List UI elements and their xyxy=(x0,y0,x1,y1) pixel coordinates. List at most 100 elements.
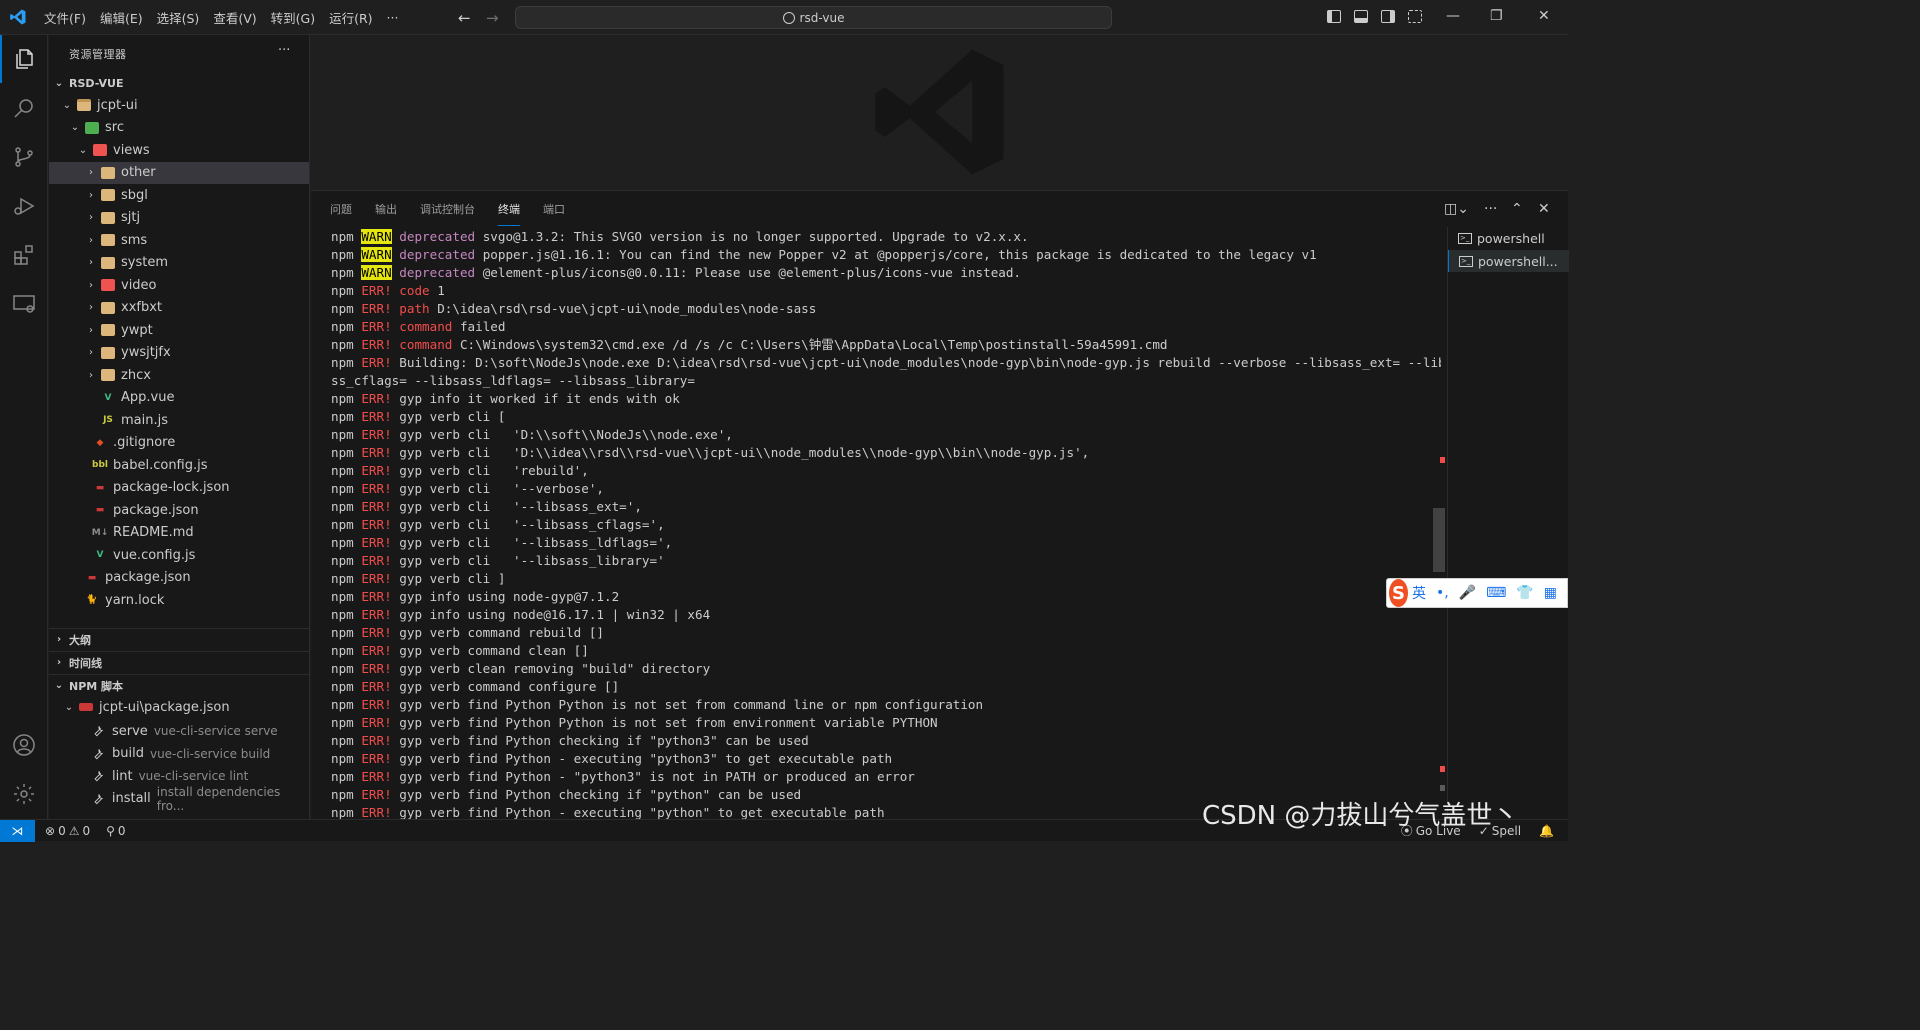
npm-script-item[interactable]: install install dependencies fro... xyxy=(49,785,309,813)
terminal-output[interactable]: npm WARN deprecated svgo@1.3.2: This SVG… xyxy=(331,228,1441,820)
close-panel-icon[interactable]: ✕ xyxy=(1538,201,1550,217)
manage-gear-icon[interactable] xyxy=(0,770,48,818)
line-message: gyp verb clean removing "build" director… xyxy=(399,661,711,676)
mic-icon[interactable]: 🎤 xyxy=(1459,585,1476,601)
back-icon[interactable]: ← xyxy=(458,9,471,27)
tree-item[interactable]: M↓ README.md xyxy=(49,522,309,544)
terminal-instance[interactable]: >_ powershell... xyxy=(1448,250,1569,272)
terminal-line: npm ERR! gyp verb cli 'rebuild', xyxy=(331,462,1441,480)
menu-item[interactable]: ··· xyxy=(383,10,403,25)
menu-item[interactable]: 转到(G) xyxy=(267,8,319,27)
accounts-icon[interactable] xyxy=(0,721,48,769)
tree-item[interactable]: › ywsjtjfx xyxy=(49,342,309,364)
forward-icon[interactable]: → xyxy=(486,9,499,27)
tree-item[interactable]: › sjtj xyxy=(49,207,309,229)
tree-item[interactable]: 🐈 yarn.lock xyxy=(49,589,309,611)
tree-item[interactable]: › system xyxy=(49,252,309,274)
tree-item[interactable]: › sbgl xyxy=(49,184,309,206)
search-view-icon[interactable] xyxy=(0,84,48,132)
line-prefix: npm xyxy=(331,607,362,622)
panel-tab[interactable]: 端口 xyxy=(543,193,565,225)
log-key: path xyxy=(399,301,430,316)
source-control-icon[interactable] xyxy=(0,133,48,181)
chevron-down-icon: ⌄ xyxy=(54,680,64,691)
timeline-section[interactable]: › 时间线 xyxy=(49,651,309,673)
remote-indicator-icon[interactable]: ⋊ xyxy=(0,819,35,842)
restore-icon[interactable]: ❐ xyxy=(1490,8,1503,24)
panel-tab[interactable]: 调试控制台 xyxy=(420,193,475,225)
chevron-right-icon: › xyxy=(89,347,93,358)
git-icon: ◆ xyxy=(96,437,104,448)
menu-item[interactable]: 编辑(E) xyxy=(96,8,147,27)
explorer-root[interactable]: ⌄ RSD-VUE xyxy=(49,72,309,94)
tree-item[interactable]: Vvue.config.js xyxy=(49,544,309,566)
log-level: ERR! xyxy=(361,391,392,406)
toggle-secondary-sidebar-icon[interactable] xyxy=(1381,10,1395,23)
keyboard-icon[interactable]: ⌨ xyxy=(1486,585,1506,601)
panel-tab[interactable]: 输出 xyxy=(375,193,397,225)
tree-item[interactable]: › video xyxy=(49,274,309,296)
tree-item[interactable]: › other xyxy=(49,161,309,184)
notifications-icon[interactable]: 🔔 xyxy=(1539,824,1554,838)
tree-item[interactable]: ▬ package.json xyxy=(49,567,309,589)
run-debug-icon[interactable] xyxy=(0,182,48,230)
tree-item[interactable]: JS main.js xyxy=(49,409,309,431)
menu-item[interactable]: 选择(S) xyxy=(153,8,204,27)
toggle-primary-sidebar-icon[interactable] xyxy=(1327,10,1341,23)
skin-icon[interactable]: 👕 xyxy=(1516,585,1533,601)
ime-lang[interactable]: 英 xyxy=(1412,583,1426,603)
command-center-search[interactable]: rsd-vue xyxy=(515,6,1112,29)
ime-punct[interactable]: •, xyxy=(1436,585,1449,601)
tree-item[interactable]: › xxfbxt xyxy=(49,297,309,319)
tree-item-label: babel.config.js xyxy=(113,457,208,473)
apps-icon[interactable]: ▦ xyxy=(1544,585,1557,601)
close-window-icon[interactable]: ✕ xyxy=(1538,8,1550,24)
log-level: WARN xyxy=(361,265,392,280)
explorer-icon[interactable] xyxy=(0,35,48,83)
menu-item[interactable]: 运行(R) xyxy=(325,8,376,27)
minimize-icon[interactable]: — xyxy=(1446,8,1460,24)
menu-item[interactable]: 文件(F) xyxy=(40,8,90,27)
folder-icon xyxy=(101,166,115,179)
line-prefix: npm xyxy=(331,427,362,442)
tree-item[interactable]: V App.vue xyxy=(49,387,309,409)
menu-item[interactable]: 查看(V) xyxy=(209,8,260,27)
search-text: rsd-vue xyxy=(799,10,845,25)
toggle-panel-icon[interactable] xyxy=(1354,10,1368,23)
npm-script-item[interactable]: build vue-cli-service build xyxy=(49,743,309,765)
folder-icon xyxy=(101,234,115,246)
terminal-instance[interactable]: >_ powershell xyxy=(1448,227,1569,249)
npm-scripts-section[interactable]: ⌄ NPM 脚本 xyxy=(49,674,309,696)
terminal-line: npm ERR! gyp verb cli 'D:\\soft\\NodeJs\… xyxy=(331,426,1441,444)
tree-item[interactable]: ▬ package.json xyxy=(49,499,309,521)
ports-indicator[interactable]: ⚲ 0 xyxy=(106,824,125,838)
more-actions-icon[interactable]: ··· xyxy=(278,43,290,58)
panel-tab[interactable]: 问题 xyxy=(330,193,352,225)
tree-item[interactable]: ▬ package-lock.json xyxy=(49,477,309,499)
line-prefix: npm xyxy=(331,247,362,262)
tree-item[interactable]: ⌄ views xyxy=(49,139,309,161)
tree-item[interactable]: ◆ .gitignore xyxy=(49,432,309,454)
terminal-name: powershell... xyxy=(1478,253,1558,269)
customize-layout-icon[interactable] xyxy=(1408,10,1422,23)
tree-item[interactable]: › ywpt xyxy=(49,319,309,341)
outline-section[interactable]: › 大纲 xyxy=(49,628,309,650)
split-terminal-icon[interactable]: ◫⌄ xyxy=(1444,201,1469,217)
maximize-panel-icon[interactable]: ⌃ xyxy=(1511,201,1523,217)
tree-item[interactable]: bbl babel.config.js xyxy=(49,454,309,476)
tree-item[interactable]: ⌄ src xyxy=(49,117,309,139)
tree-item[interactable]: › sms xyxy=(49,229,309,251)
problems-indicator[interactable]: ⊗ 0 ⚠ 0 xyxy=(45,824,90,838)
tree-item[interactable]: › zhcx xyxy=(49,364,309,386)
more-actions-icon[interactable]: ··· xyxy=(1484,201,1497,217)
tree-item[interactable]: ⌄ jcpt-ui xyxy=(49,94,309,116)
ime-toolbar[interactable]: S 英 •, 🎤 ⌨ 👕 ▦ xyxy=(1386,578,1568,608)
tree-item-label: package-lock.json xyxy=(113,480,230,495)
extensions-icon[interactable] xyxy=(0,231,48,279)
npm-script-item[interactable]: serve vue-cli-service serve xyxy=(49,720,309,742)
vscode-logo-icon[interactable] xyxy=(9,8,27,26)
npm-package-row[interactable]: ⌄ jcpt-ui\package.json xyxy=(49,696,309,718)
panel-tab[interactable]: 终端 xyxy=(498,193,520,226)
remote-explorer-icon[interactable] xyxy=(0,280,48,328)
terminal-scrollbar[interactable] xyxy=(1433,508,1445,572)
